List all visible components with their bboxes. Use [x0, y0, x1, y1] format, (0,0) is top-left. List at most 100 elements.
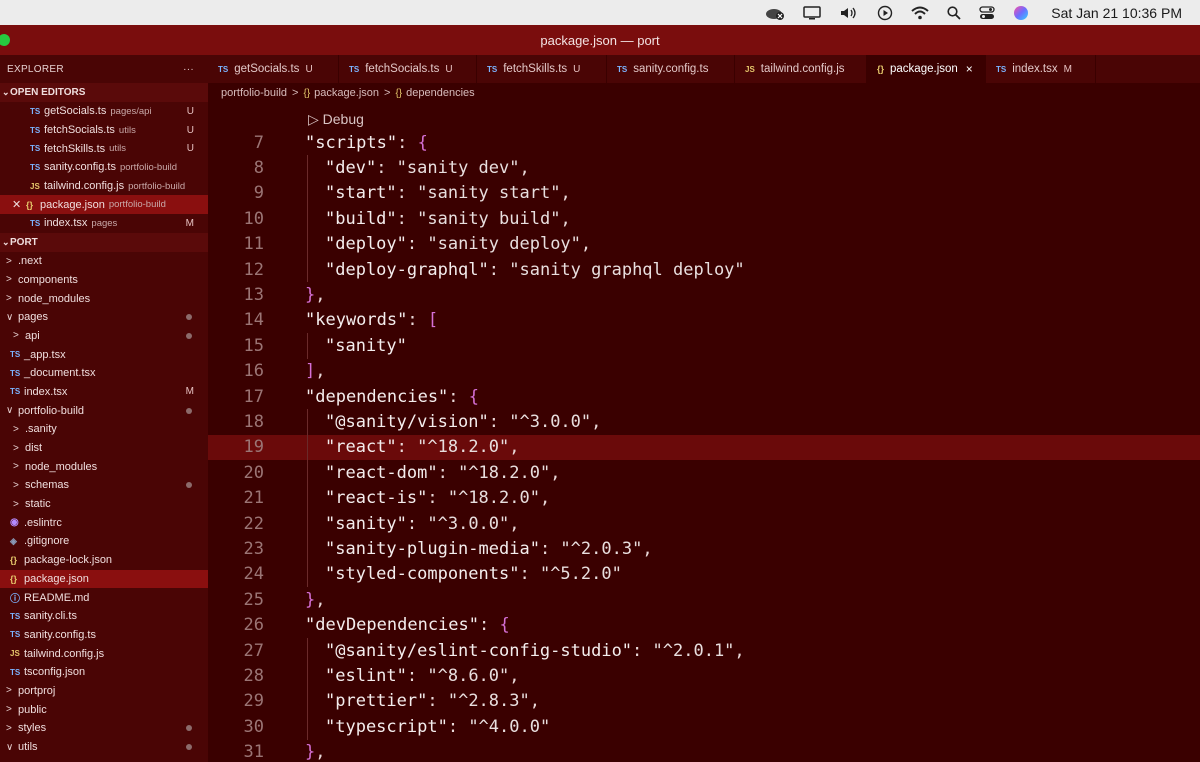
- tree-folder[interactable]: > dist: [0, 439, 208, 458]
- code-line[interactable]: 17 "dependencies": {: [208, 384, 1200, 409]
- git-status-badge: U: [186, 105, 194, 117]
- tree-file[interactable]: TS index.tsx M: [0, 383, 208, 402]
- open-editor-item[interactable]: TS sanity.config.ts portfolio-build: [0, 158, 208, 177]
- chevron-right-icon: >: [6, 722, 12, 734]
- siri-icon[interactable]: [1013, 0, 1029, 25]
- tree-file[interactable]: TS sanity.cli.ts: [0, 607, 208, 626]
- open-editor-item[interactable]: TS fetchSkills.ts utils U: [0, 139, 208, 158]
- tree-folder[interactable]: > schemas: [0, 476, 208, 495]
- typescript-file-icon: TS: [218, 64, 229, 74]
- code-line[interactable]: 27 "@sanity/eslint-config-studio": "^2.0.…: [208, 638, 1200, 663]
- tree-folder[interactable]: > .sanity: [0, 420, 208, 439]
- tree-file[interactable]: ◈ .gitignore: [0, 532, 208, 551]
- typescript-file-icon: TS: [10, 387, 21, 397]
- open-editor-item[interactable]: ✕{} package.json portfolio-build: [0, 195, 208, 215]
- code-line[interactable]: 11 "deploy": "sanity deploy",: [208, 232, 1200, 257]
- code-line[interactable]: 15 "sanity": [208, 333, 1200, 358]
- open-editor-item[interactable]: TS index.tsx pages M: [0, 214, 208, 233]
- tree-file[interactable]: {} package-lock.json: [0, 551, 208, 570]
- chevron-down-icon: ⌄: [2, 236, 10, 247]
- editor-tab[interactable]: JS tailwind.config.js: [735, 55, 867, 83]
- code-line[interactable]: 31},: [208, 740, 1200, 762]
- editor-tab[interactable]: {} package.json ×: [867, 55, 986, 83]
- open-editor-item[interactable]: JS tailwind.config.js portfolio-build: [0, 177, 208, 196]
- open-editor-item[interactable]: TS fetchSocials.ts utils U: [0, 121, 208, 140]
- code-line[interactable]: 16],: [208, 359, 1200, 384]
- line-number: 22: [243, 513, 264, 534]
- code-line[interactable]: 21 "react-is": "^18.2.0",: [208, 486, 1200, 511]
- creative-cloud-icon[interactable]: [765, 0, 785, 25]
- tree-item-label: index.tsx: [24, 385, 68, 398]
- javascript-file-icon: JS: [30, 181, 40, 191]
- volume-icon[interactable]: [839, 0, 859, 25]
- tree-file[interactable]: TS sanity.config.ts: [0, 626, 208, 645]
- tree-file[interactable]: {} package.json: [0, 569, 208, 589]
- workspace-header[interactable]: ⌄ PORT: [0, 232, 208, 252]
- debug-codelens[interactable]: ▷ Debug: [308, 111, 364, 128]
- code-line[interactable]: 18 "@sanity/vision": "^3.0.0",: [208, 409, 1200, 434]
- code-line[interactable]: 12 "deploy-graphql": "sanity graphql depl…: [208, 257, 1200, 282]
- play-icon[interactable]: [877, 0, 893, 25]
- code-line[interactable]: 10 "build": "sanity build",: [208, 206, 1200, 231]
- tree-file[interactable]: ⓘ README.md: [0, 588, 208, 607]
- explorer-header: EXPLORER ···: [0, 55, 208, 83]
- code-line[interactable]: 8 "dev": "sanity dev",: [208, 155, 1200, 180]
- code-line[interactable]: 14 "keywords": [: [208, 308, 1200, 333]
- code-line[interactable]: 9 "start": "sanity start",: [208, 181, 1200, 206]
- tree-folder[interactable]: > public: [0, 700, 208, 719]
- code-line[interactable]: 28 "eslint": "^8.6.0",: [208, 663, 1200, 688]
- editor-tab[interactable]: TS index.tsx M: [986, 55, 1096, 83]
- open-editor-item[interactable]: TS getSocials.ts pages/api U: [0, 102, 208, 121]
- editor-tab[interactable]: TS fetchSocials.ts U: [339, 55, 477, 83]
- editor-tab[interactable]: TS getSocials.ts U: [208, 55, 339, 83]
- code-line[interactable]: 23 "sanity-plugin-media": "^2.0.3",: [208, 536, 1200, 561]
- code-line[interactable]: 29 "prettier": "^2.8.3",: [208, 689, 1200, 714]
- tree-folder[interactable]: > portproj: [0, 682, 208, 701]
- code-line[interactable]: 20 "react-dom": "^18.2.0",: [208, 460, 1200, 485]
- tree-folder[interactable]: > node_modules: [0, 289, 208, 308]
- tree-folder[interactable]: > node_modules: [0, 457, 208, 476]
- tree-file[interactable]: TS _document.tsx: [0, 364, 208, 383]
- tree-folder[interactable]: > components: [0, 271, 208, 290]
- breadcrumb-file[interactable]: package.json: [314, 87, 379, 99]
- tree-folder[interactable]: > styles: [0, 719, 208, 738]
- code-line[interactable]: 30 "typescript": "^4.0.0": [208, 714, 1200, 739]
- code-text: "sanity-plugin-media": "^2.0.3",: [325, 539, 653, 560]
- display-icon[interactable]: [803, 0, 821, 25]
- tree-item-label: .sanity: [25, 423, 57, 436]
- editor-tab[interactable]: TS sanity.config.ts: [607, 55, 735, 83]
- tree-folder[interactable]: ∨ portfolio-build: [0, 401, 208, 420]
- code-editor[interactable]: ▷ Debug 7 "scripts": {8 "dev": "sanity dev…: [208, 103, 1200, 762]
- open-editors-header[interactable]: ⌄ OPEN EDITORS: [0, 83, 208, 102]
- window-zoom-button[interactable]: [0, 34, 10, 46]
- code-line[interactable]: 7 "scripts": {: [208, 130, 1200, 155]
- line-number: 15: [243, 335, 264, 356]
- tree-file[interactable]: ◉ .eslintrc: [0, 513, 208, 532]
- code-line[interactable]: 19 "react": "^18.2.0",: [208, 434, 1200, 461]
- editor-tab[interactable]: TS fetchSkills.ts U: [477, 55, 607, 83]
- control-center-icon[interactable]: [979, 0, 995, 25]
- tree-file[interactable]: JS tailwind.config.js: [0, 644, 208, 663]
- code-line[interactable]: 22 "sanity": "^3.0.0",: [208, 511, 1200, 536]
- code-line[interactable]: 25},: [208, 587, 1200, 612]
- tree-folder[interactable]: > .next: [0, 252, 208, 271]
- more-actions-icon[interactable]: ···: [183, 64, 194, 75]
- tree-folder[interactable]: > static: [0, 495, 208, 514]
- code-line[interactable]: 26 "devDependencies": {: [208, 613, 1200, 638]
- breadcrumb-key[interactable]: dependencies: [406, 87, 475, 99]
- tree-file[interactable]: TS tsconfig.json: [0, 663, 208, 682]
- json-file-icon: {}: [26, 199, 34, 210]
- wifi-icon[interactable]: [911, 0, 929, 25]
- menu-clock[interactable]: Sat Jan 21 10:36 PM: [1051, 5, 1182, 21]
- code-text: "deploy-graphql": "sanity graphql deploy…: [325, 259, 745, 280]
- breadcrumb-folder[interactable]: portfolio-build: [221, 87, 287, 99]
- tab-close-icon[interactable]: ×: [966, 62, 973, 76]
- close-icon[interactable]: ✕: [12, 198, 26, 211]
- code-line[interactable]: 24 "styled-components": "^5.2.0": [208, 562, 1200, 587]
- search-icon[interactable]: [947, 0, 961, 25]
- code-line[interactable]: 13},: [208, 282, 1200, 307]
- tree-file[interactable]: TS _app.tsx: [0, 345, 208, 364]
- tree-folder[interactable]: ∨ pages: [0, 308, 208, 327]
- tree-folder[interactable]: > api: [0, 327, 208, 346]
- tree-folder[interactable]: ∨ utils: [0, 738, 208, 757]
